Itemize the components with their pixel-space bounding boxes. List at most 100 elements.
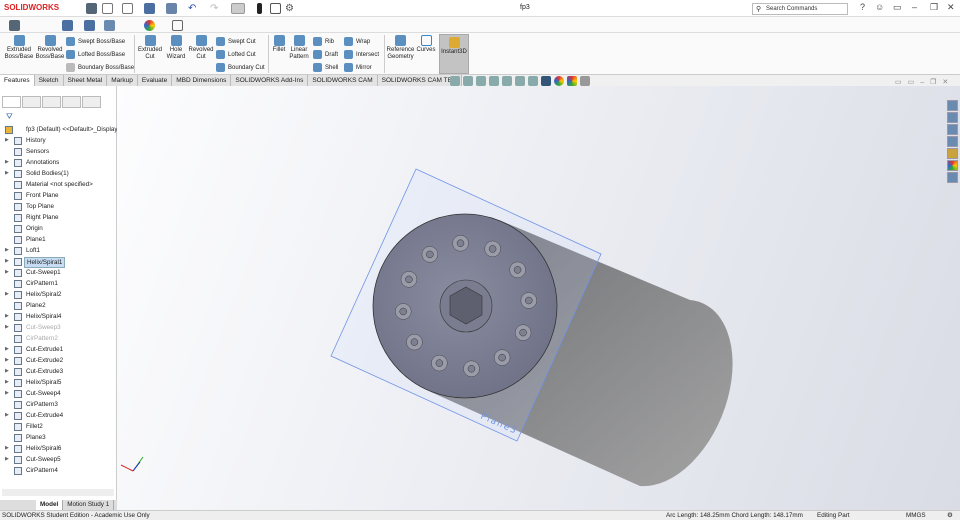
horizontal-scrollbar[interactable] — [2, 489, 114, 496]
print-icon[interactable] — [166, 3, 177, 14]
display-style-icon[interactable] — [528, 76, 538, 86]
pattern-hole[interactable] — [406, 333, 423, 351]
dimxpert-tab[interactable] — [62, 96, 81, 108]
expand-arrow-icon[interactable]: ▶ — [5, 256, 9, 267]
view-orientation-icon[interactable] — [515, 76, 525, 86]
swept-cut-button[interactable]: Swept Cut — [216, 37, 256, 46]
view-palette-icon[interactable] — [947, 148, 958, 159]
minimize-button[interactable]: – — [912, 2, 917, 12]
traffic-light-icon[interactable] — [257, 3, 262, 14]
tree-item[interactable]: ▶ Cut-Sweep5 — [0, 454, 117, 465]
tree-item[interactable]: Plane3 — [0, 432, 117, 443]
expand-arrow-icon[interactable]: ▶ — [5, 454, 9, 465]
tree-item[interactable]: ▶ Solid Bodies(1) — [0, 168, 117, 179]
tab-solidworks-cam[interactable]: SOLIDWORKS CAM — [308, 75, 378, 86]
mirror-button[interactable]: Mirror — [344, 63, 372, 72]
property-manager-tab[interactable] — [22, 96, 41, 108]
previous-view-icon[interactable] — [476, 76, 486, 86]
configuration-manager-tab[interactable] — [42, 96, 61, 108]
tree-item[interactable]: ▶ Cut-Extrude3 — [0, 366, 117, 377]
intersect-button[interactable]: Intersect — [344, 50, 379, 59]
lofted-boss-button[interactable]: Lofted Boss/Base — [66, 50, 125, 59]
bottom-tab-model[interactable]: Model — [36, 500, 64, 510]
tab-evaluate[interactable]: Evaluate — [137, 75, 173, 86]
help-icon[interactable]: ? — [860, 2, 865, 12]
pattern-hole[interactable] — [520, 292, 538, 309]
home-icon[interactable] — [86, 3, 97, 14]
revolved-cut-button[interactable]: Revolved Cut — [188, 33, 214, 61]
expand-arrow-icon[interactable]: ▶ — [5, 311, 9, 322]
tree-item[interactable]: ▶ Annotations — [0, 157, 117, 168]
apply-scene-icon[interactable] — [567, 76, 577, 86]
tree-item[interactable]: Plane1 — [0, 234, 117, 245]
expand-arrow-icon[interactable]: ▶ — [5, 388, 9, 399]
pattern-hole[interactable] — [394, 303, 412, 320]
pattern-hole[interactable] — [509, 261, 526, 279]
expand-arrow-icon[interactable]: ▶ — [5, 157, 9, 168]
tree-item[interactable]: Front Plane — [0, 190, 117, 201]
tree-item[interactable]: ▶ Cut-Extrude2 — [0, 355, 117, 366]
zoom-to-fit-icon[interactable] — [450, 76, 460, 86]
pattern-hole[interactable] — [452, 234, 469, 252]
expand-arrow-icon[interactable]: ▶ — [5, 366, 9, 377]
curves-button[interactable]: Curves — [415, 33, 437, 54]
tree-item[interactable]: ▶ Helix/Spiral6 — [0, 443, 117, 454]
tab-markup[interactable]: Markup — [107, 75, 138, 86]
lofted-cut-button[interactable]: Lofted Cut — [216, 50, 256, 59]
expand-arrow-icon[interactable]: ▶ — [5, 135, 9, 146]
new-file-icon[interactable] — [102, 3, 113, 14]
pattern-hole[interactable] — [463, 360, 480, 378]
section-view-icon[interactable] — [489, 76, 499, 86]
close-button[interactable]: ✕ — [947, 2, 955, 13]
expand-arrow-icon[interactable]: ▶ — [5, 355, 9, 366]
graphics-area[interactable]: Plane3 — [117, 86, 960, 510]
expand-arrow-icon[interactable]: ▶ — [5, 322, 9, 333]
tab-mbd-dimensions[interactable]: MBD Dimensions — [172, 75, 232, 86]
feature-manager-tab[interactable] — [2, 96, 21, 108]
tree-item[interactable]: Top Plane — [0, 201, 117, 212]
tree-item[interactable]: ▶ History — [0, 135, 117, 146]
dynamic-annotation-icon[interactable] — [502, 76, 512, 86]
part-icon[interactable] — [62, 20, 73, 31]
search-tool-icon[interactable] — [9, 20, 20, 31]
tree-item[interactable]: Fillet2 — [0, 421, 117, 432]
expand-arrow-icon[interactable]: ▶ — [5, 245, 9, 256]
gear-icon[interactable]: ⚙ — [285, 3, 296, 14]
linear-pattern-button[interactable]: Linear Pattern — [288, 33, 310, 61]
tree-item[interactable]: ▶ Cut-Sweep4 — [0, 388, 117, 399]
fillet-button[interactable]: Fillet — [270, 33, 288, 54]
search-commands-input[interactable]: ⚲ Search Commands — [752, 3, 848, 15]
pattern-hole[interactable] — [421, 246, 439, 263]
tab-sheet-metal[interactable]: Sheet Metal — [63, 75, 108, 86]
hide-show-icon[interactable] — [541, 76, 551, 86]
wrap-button[interactable]: Wrap — [344, 37, 370, 46]
tree-item[interactable]: Origin — [0, 223, 117, 234]
expand-arrow-icon[interactable]: ▶ — [5, 443, 9, 454]
solidworks-resources-icon[interactable] — [947, 100, 958, 111]
file-explorer-icon[interactable] — [947, 136, 958, 147]
tree-item[interactable]: ▶ Helix/Spiral4 — [0, 311, 117, 322]
tree-item[interactable]: ▶ Cut-Extrude4 — [0, 410, 117, 421]
edit-appearance-icon[interactable] — [554, 76, 564, 86]
tab-solidworks-add-ins[interactable]: SOLIDWORKS Add-Ins — [231, 75, 309, 86]
view-orientation-icon[interactable] — [104, 20, 115, 31]
tab-features[interactable]: Features — [0, 75, 35, 86]
display-icon[interactable] — [172, 20, 183, 31]
tree-item[interactable]: ▶ Helix/Spiral5 — [0, 377, 117, 388]
filter-icon[interactable]: ⛛ — [6, 112, 13, 122]
extruded-cut-button[interactable]: Extruded Cut — [136, 33, 164, 61]
revolved-boss-button[interactable]: Revolved Boss/Base — [34, 33, 66, 61]
extruded-boss-button[interactable]: Extruded Boss/Base — [3, 33, 35, 61]
assembly-icon[interactable] — [84, 20, 95, 31]
display-manager-tab[interactable] — [82, 96, 101, 108]
appearances-icon[interactable] — [947, 160, 958, 171]
swept-boss-button[interactable]: Swept Boss/Base — [66, 37, 125, 46]
tree-item[interactable]: Right Plane — [0, 212, 117, 223]
pattern-hole[interactable] — [493, 349, 511, 366]
shell-button[interactable]: Shell — [313, 63, 338, 72]
expand-arrow-icon[interactable]: ▶ — [5, 289, 9, 300]
tree-item[interactable]: ▶ Loft1 — [0, 245, 117, 256]
redo-icon[interactable]: ↷ — [210, 3, 221, 14]
draft-button[interactable]: Draft — [313, 50, 338, 59]
select-icon[interactable] — [231, 3, 245, 14]
